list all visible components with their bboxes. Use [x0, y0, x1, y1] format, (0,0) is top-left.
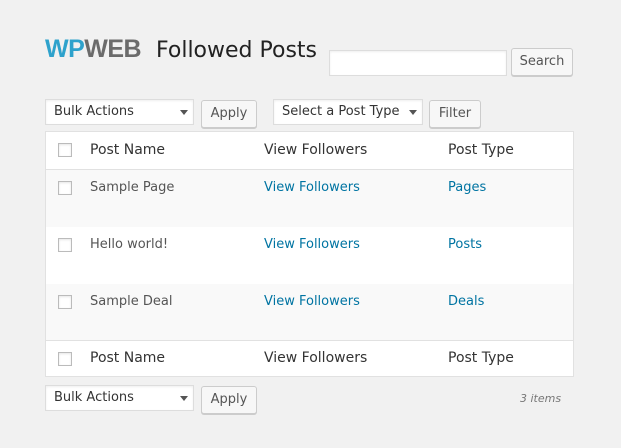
column-header-post-type: Post Type [448, 142, 514, 158]
row-checkbox[interactable] [58, 181, 72, 195]
table-footer-row: Post Name View Followers Post Type [46, 340, 573, 377]
column-header-post-name[interactable]: Post Name [90, 142, 165, 158]
row-checkbox[interactable] [58, 238, 72, 252]
post-name: Sample Deal [90, 294, 173, 309]
followed-posts-table: Post Name View Followers Post Type Sampl… [45, 131, 574, 377]
view-followers-link[interactable]: View Followers [264, 237, 360, 252]
chevron-down-icon [180, 110, 188, 115]
table-row: Sample Deal View Followers Deals [46, 284, 573, 341]
apply-button-bottom[interactable]: Apply [201, 386, 257, 414]
bulk-actions-select-bottom[interactable]: Bulk Actions [45, 385, 194, 411]
post-name: Sample Page [90, 180, 175, 195]
apply-button-top[interactable]: Apply [201, 100, 257, 128]
bulk-actions-select-top[interactable]: Bulk Actions [45, 99, 194, 125]
logo-wp-text: WP [45, 35, 85, 63]
post-name: Hello world! [90, 237, 169, 252]
item-count: 3 items [520, 392, 562, 405]
filter-button[interactable]: Filter [429, 100, 481, 128]
bulk-actions-select-top-value: Bulk Actions [54, 104, 134, 119]
select-all-checkbox-footer[interactable] [58, 352, 72, 366]
view-followers-link[interactable]: View Followers [264, 294, 360, 309]
table-row: Sample Page View Followers Pages [46, 170, 573, 227]
chevron-down-icon [409, 110, 417, 115]
column-footer-post-type: Post Type [448, 350, 514, 366]
post-type-select[interactable]: Select a Post Type [273, 99, 423, 125]
column-footer-view-followers: View Followers [264, 350, 368, 366]
post-type-select-value: Select a Post Type [282, 104, 400, 119]
row-checkbox[interactable] [58, 295, 72, 309]
bulk-actions-select-bottom-value: Bulk Actions [54, 390, 134, 405]
logo-web-text: WEB [84, 35, 142, 63]
search-input[interactable] [329, 50, 507, 76]
wpweb-logo: WPWEB [45, 35, 142, 63]
search-button[interactable]: Search [511, 48, 573, 76]
column-footer-post-name[interactable]: Post Name [90, 350, 165, 366]
post-type-link[interactable]: Posts [448, 237, 482, 252]
column-header-view-followers: View Followers [264, 142, 368, 158]
post-type-link[interactable]: Deals [448, 294, 484, 309]
table-header-row: Post Name View Followers Post Type [46, 132, 573, 170]
chevron-down-icon [180, 396, 188, 401]
table-row: Hello world! View Followers Posts [46, 227, 573, 284]
view-followers-link[interactable]: View Followers [264, 180, 360, 195]
select-all-checkbox[interactable] [58, 143, 72, 157]
page-title: Followed Posts [156, 38, 317, 63]
post-type-link[interactable]: Pages [448, 180, 486, 195]
